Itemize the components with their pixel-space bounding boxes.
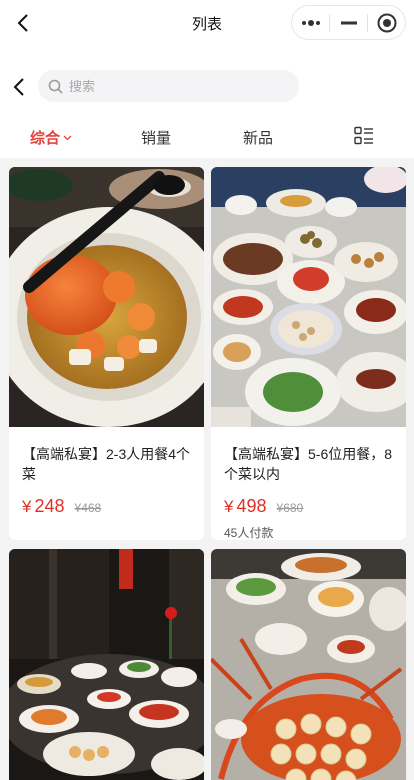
- tab-label: 新品: [243, 130, 274, 147]
- search-back-button[interactable]: [6, 74, 32, 100]
- back-arrow-icon: [13, 78, 24, 96]
- tab-sales[interactable]: 销量: [141, 127, 171, 148]
- product-title: 【高端私宴】2-3人用餐4个菜: [22, 446, 191, 482]
- tab-comprehensive[interactable]: 综合: [30, 127, 72, 148]
- list-view-icon: [354, 126, 373, 145]
- close-target-icon: [377, 13, 396, 32]
- tab-new[interactable]: 新品: [243, 127, 273, 148]
- price-currency: ¥: [224, 497, 234, 516]
- more-dots-icon: [301, 19, 320, 26]
- price-value: 248: [34, 496, 65, 516]
- tab-label: 综合: [30, 130, 61, 147]
- product-grid: 【高端私宴】2-3人用餐4个菜 ¥ 248 ¥468 【高端私宴】5-6位用餐，…: [0, 158, 414, 780]
- product-card[interactable]: [9, 549, 204, 780]
- price-value: 498: [236, 496, 267, 516]
- product-image: [211, 167, 406, 427]
- product-image: [9, 167, 204, 427]
- product-card[interactable]: 【高端私宴】2-3人用餐4个菜 ¥ 248 ¥468: [9, 167, 204, 540]
- search-input[interactable]: [69, 78, 279, 94]
- mini-program-capsule: [291, 5, 406, 40]
- price-row: ¥ 248 ¥468: [22, 496, 101, 517]
- product-title: 【高端私宴】5-6位用餐，8个菜以内: [224, 446, 393, 482]
- search-bar-row: [0, 46, 414, 120]
- minimize-icon: [340, 21, 357, 24]
- product-image: [9, 549, 204, 780]
- close-button[interactable]: [368, 6, 405, 39]
- search-box[interactable]: [38, 70, 299, 102]
- original-price: ¥680: [276, 501, 304, 515]
- top-navbar: 列表: [0, 0, 414, 46]
- product-card[interactable]: 【高端私宴】5-6位用餐，8个菜以内 ¥ 498 ¥680 45人付款: [211, 167, 406, 540]
- price-row: ¥ 498 ¥680: [224, 496, 303, 517]
- price-currency: ¥: [22, 497, 32, 516]
- original-price: ¥468: [74, 501, 102, 515]
- search-icon: [48, 79, 63, 94]
- sold-count: 45人付款: [224, 526, 274, 540]
- chevron-down-icon: [63, 135, 72, 141]
- tab-label: 销量: [141, 130, 172, 147]
- view-toggle-button[interactable]: [354, 126, 374, 146]
- minimize-button[interactable]: [330, 6, 367, 39]
- sort-tabs: 综合 销量 新品: [0, 120, 414, 158]
- product-card[interactable]: [211, 549, 406, 780]
- more-button[interactable]: [292, 6, 329, 39]
- product-image: [211, 549, 406, 780]
